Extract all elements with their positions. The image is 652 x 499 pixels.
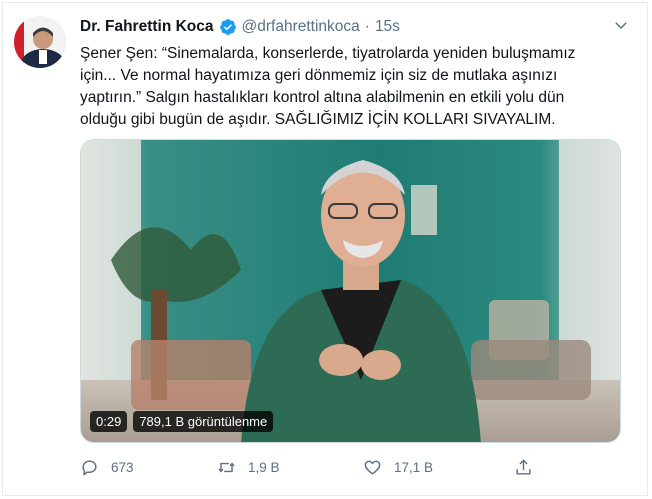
tweet-text-line: için... Ve normal hayatımıza geri dönmem…: [80, 67, 558, 84]
video-duration: 0:29: [90, 410, 128, 432]
tweet-text-line: yaptırın.” Salgın hastalıkları kontrol a…: [80, 89, 565, 106]
reply-button[interactable]: 673: [80, 455, 134, 479]
tweet-header: Dr. Fahrettin Koca @drfahrettinkoca · 15…: [80, 16, 400, 38]
reply-count: 673: [111, 459, 134, 475]
tweet-text-line: Şener Şen: “Sinemalarda, konserlerde, ti…: [80, 45, 576, 62]
separator-dot: ·: [364, 18, 370, 35]
tweet-timestamp[interactable]: 15s: [375, 18, 400, 36]
retweet-icon: [218, 461, 235, 473]
like-count: 17,1 B: [394, 459, 434, 475]
reply-icon: [82, 459, 97, 475]
video-view-count: 789,1 B görüntülenme: [133, 410, 274, 432]
retweet-count: 1,9 B: [248, 459, 280, 475]
tweet-actions-bar: 673 1,9 B 17,1 B: [80, 455, 610, 479]
author-handle[interactable]: @drfahrettinkoca: [242, 18, 360, 36]
share-button[interactable]: [514, 455, 545, 479]
video-frame: [81, 140, 620, 442]
video-player[interactable]: 0:29 789,1 B görüntülenme: [80, 139, 621, 443]
like-button[interactable]: 17,1 B: [363, 455, 433, 479]
chevron-down-icon[interactable]: [612, 16, 630, 34]
avatar[interactable]: [14, 16, 66, 68]
tweet-text: Şener Şen: “Sinemalarda, konserlerde, ti…: [80, 43, 628, 131]
retweet-button[interactable]: 1,9 B: [217, 455, 280, 479]
heart-icon: [364, 460, 381, 475]
verified-badge-icon: [219, 18, 237, 36]
share-icon: [516, 458, 531, 475]
video-overlay-badges: 0:29 789,1 B görüntülenme: [90, 410, 274, 432]
tweet-text-line: olduğu gibi bugün de aşıdır. SAĞLIĞIMIZ …: [80, 111, 556, 128]
author-name[interactable]: Dr. Fahrettin Koca: [80, 18, 214, 36]
